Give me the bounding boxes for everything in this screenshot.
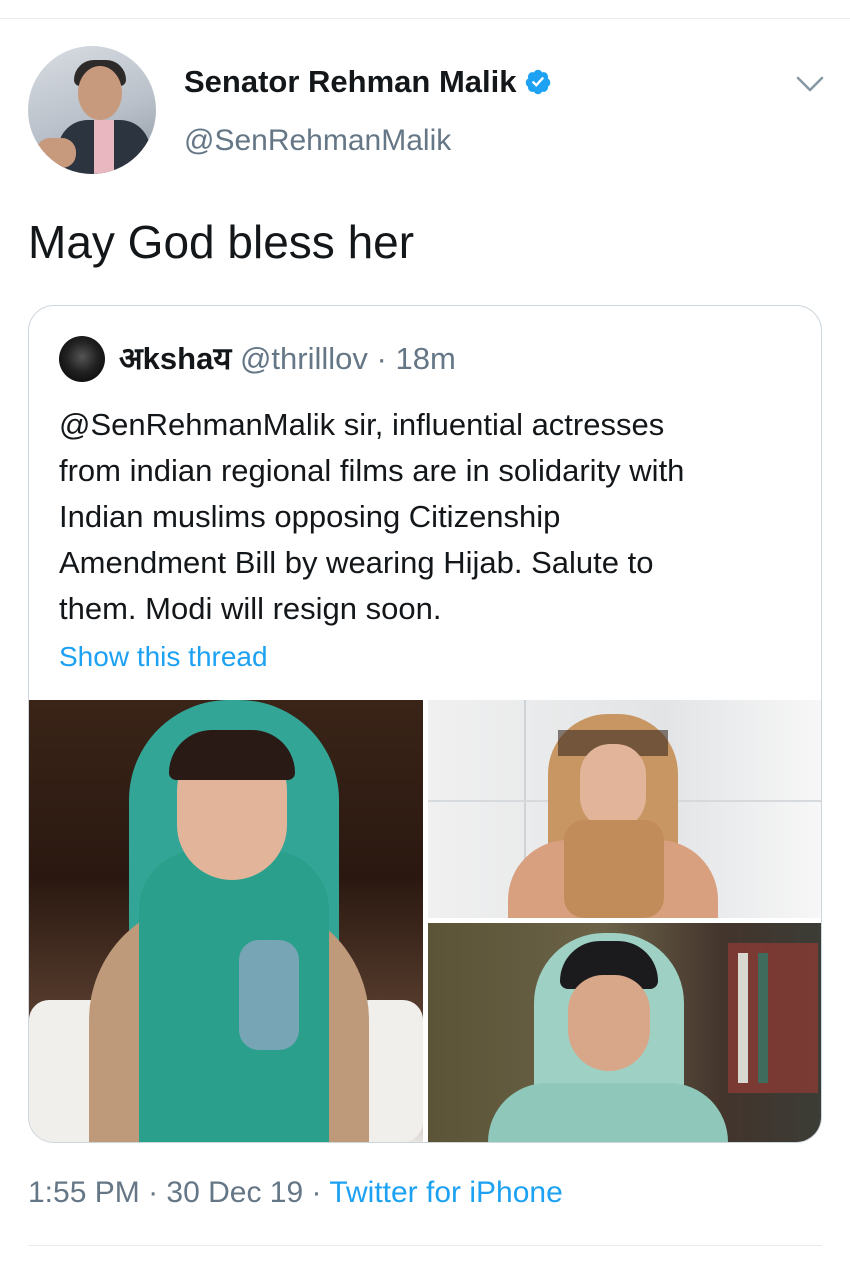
timestamp-separator: · — [148, 1176, 159, 1209]
top-divider — [0, 18, 850, 19]
quoted-author-name[interactable]: अkshaय — [119, 341, 231, 376]
tweet-source-link[interactable]: Twitter for iPhone — [329, 1176, 562, 1209]
quoted-text-line: them. Modi will resign soon. — [59, 591, 442, 626]
media-image-left[interactable] — [29, 700, 423, 1142]
timestamp-separator: · — [311, 1176, 322, 1209]
quoted-text-line: Indian muslims opposing Citizenship — [59, 499, 561, 534]
quoted-tweet-age: 18m — [395, 341, 456, 376]
quoted-author-avatar[interactable] — [59, 336, 105, 382]
media-image-bottom-right[interactable] — [428, 923, 821, 1142]
tweet-time[interactable]: 1:55 PM — [28, 1176, 140, 1209]
media-image-top-right[interactable] — [428, 700, 821, 918]
author-name-row[interactable]: Senator Rehman Malik — [184, 64, 552, 100]
author-display-name[interactable]: Senator Rehman Malik — [184, 64, 516, 100]
author-avatar[interactable] — [28, 46, 156, 174]
author-handle[interactable]: @SenRehmanMalik — [184, 124, 451, 158]
quoted-text-line: Amendment Bill by wearing Hijab. Salute … — [59, 545, 654, 580]
quoted-tweet-card[interactable]: अkshaय @thrilllov · 18m @SenRehmanMalik … — [28, 305, 822, 1143]
quoted-tweet-text: @SenRehmanMalik sir, influential actress… — [59, 402, 799, 632]
show-thread-link[interactable]: Show this thread — [59, 641, 268, 673]
verified-badge-icon — [526, 69, 551, 95]
tweet-text: May God bless her — [28, 216, 415, 268]
header-separator: · — [376, 341, 387, 376]
tweet-date[interactable]: 30 Dec 19 — [166, 1176, 303, 1209]
media-grid — [29, 700, 821, 1142]
tweet-timestamp: 1:55 PM · 30 Dec 19 · Twitter for iPhone — [28, 1176, 563, 1210]
chevron-down-icon[interactable] — [794, 68, 826, 100]
bottom-divider — [28, 1245, 822, 1246]
quoted-tweet-header: अkshaय @thrilllov · 18m — [119, 337, 456, 379]
quoted-text-line: from indian regional films are in solida… — [59, 453, 685, 488]
quoted-text-line: @SenRehmanMalik sir, influential actress… — [59, 407, 665, 442]
quoted-author-handle[interactable]: @thrilllov — [240, 341, 368, 376]
